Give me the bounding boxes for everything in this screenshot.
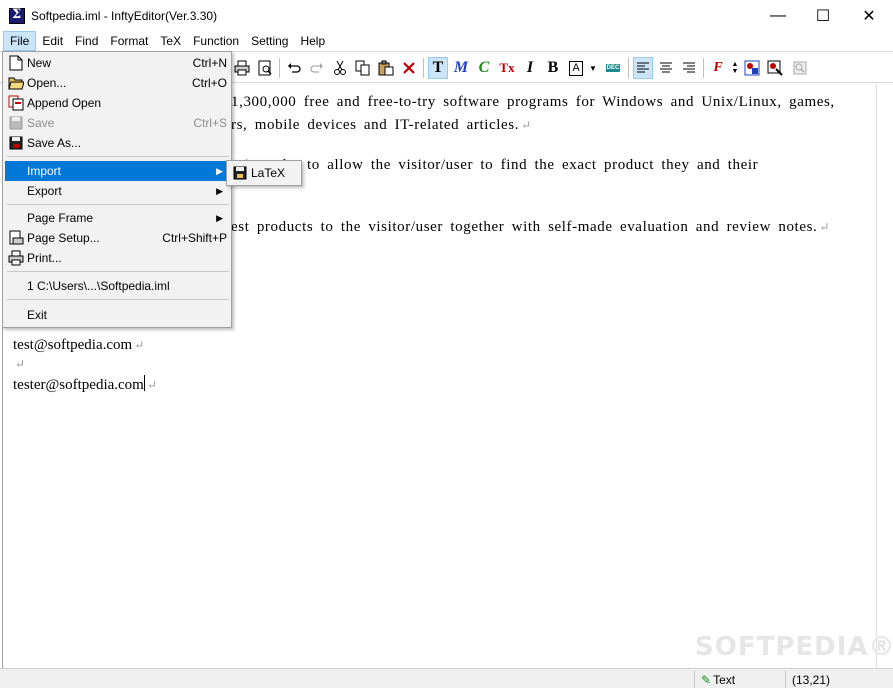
save-as-icon	[8, 135, 24, 151]
font-size-icon[interactable]: F	[708, 57, 728, 79]
doc-line-email-1: test@softpedia.com ↵	[13, 337, 145, 353]
save-disk-icon	[8, 115, 24, 131]
menu-item-save[interactable]: Save Ctrl+S	[5, 113, 229, 133]
undo-icon[interactable]	[284, 57, 304, 79]
tex-mode-icon[interactable]: Tx	[497, 57, 517, 79]
window-title: Softpedia.iml - InftyEditor(Ver.3.30)	[31, 8, 218, 23]
copy-icon[interactable]	[353, 57, 373, 79]
boxed-text-glyph: A	[569, 60, 583, 76]
menu-item-print[interactable]: Print...	[5, 248, 229, 268]
menu-item-export[interactable]: Export ▶	[5, 181, 229, 201]
doc-line-4: est products to the visitor/user togethe…	[231, 219, 831, 235]
vertical-scroll-strip[interactable]	[876, 84, 893, 668]
menu-item-exit[interactable]: Exit	[5, 305, 229, 325]
menu-file[interactable]: File	[3, 31, 37, 51]
text-mode-icon[interactable]: T	[428, 57, 448, 79]
status-mode: ✎ Text	[694, 671, 784, 688]
import-submenu: LaTeX	[226, 160, 302, 186]
font-size-spinner-icon[interactable]: ▲ ▼	[729, 57, 741, 79]
dropdown-icon[interactable]: ▼	[587, 57, 599, 79]
bold-icon[interactable]: B	[543, 57, 563, 79]
menu-item-save-as[interactable]: Save As...	[5, 133, 229, 153]
menu-function[interactable]: Function	[187, 31, 245, 51]
cut-icon[interactable]	[330, 57, 350, 79]
status-bar: ✎ Text (13,21)	[0, 668, 893, 688]
submenu-arrow-icon: ▶	[216, 212, 223, 223]
paste-icon[interactable]	[376, 57, 396, 79]
menu-item-page-frame[interactable]: Page Frame ▶	[5, 208, 229, 228]
menu-format[interactable]: Format	[104, 31, 154, 51]
doc-line-1: 1,300,000 free and free-to-try software …	[231, 94, 835, 110]
menu-tex[interactable]: TeX	[154, 31, 187, 51]
printer-icon	[8, 250, 24, 266]
doc-line-2: rs, mobile devices and IT-related articl…	[231, 117, 532, 133]
submenu-arrow-icon: ▶	[216, 165, 223, 176]
dec-icon[interactable]: DEC	[603, 57, 623, 79]
new-file-icon	[8, 55, 24, 71]
menu-find[interactable]: Find	[69, 31, 104, 51]
print-icon[interactable]	[232, 57, 252, 79]
open-folder-icon	[8, 75, 24, 91]
menu-bar: File Edit Find Format TeX Function Setti…	[0, 31, 893, 51]
redo-icon[interactable]	[307, 57, 327, 79]
append-open-icon	[8, 95, 24, 111]
menu-edit[interactable]: Edit	[36, 31, 69, 51]
menu-item-page-setup[interactable]: Page Setup... Ctrl+Shift+P	[5, 228, 229, 248]
text-caret	[143, 375, 145, 391]
zoom-icon[interactable]	[790, 57, 810, 79]
minimize-button[interactable]: —	[755, 0, 801, 31]
menu-item-open[interactable]: Open... Ctrl+O	[5, 73, 229, 93]
title-bar: Σ Softpedia.iml - InftyEditor(Ver.3.30) …	[0, 0, 893, 31]
menu-item-append-open[interactable]: Append Open	[5, 93, 229, 113]
status-position: (13,21)	[785, 671, 875, 688]
close-button[interactable]: ✕	[846, 0, 892, 31]
menu-item-new[interactable]: New Ctrl+N	[5, 53, 229, 73]
print-preview-icon[interactable]	[255, 57, 275, 79]
doc-line-3: s in order to allow the visitor/user to …	[231, 157, 759, 173]
menu-item-recent-file[interactable]: 1 C:\Users\...\Softpedia.iml	[5, 276, 229, 296]
page-setup-icon	[8, 230, 24, 246]
menu-help[interactable]: Help	[294, 31, 331, 51]
delete-icon[interactable]	[399, 57, 419, 79]
menu-setting[interactable]: Setting	[245, 31, 294, 51]
softpedia-watermark: SOFTPEDIA®	[695, 632, 893, 662]
align-center-icon[interactable]	[656, 57, 676, 79]
maximize-button[interactable]: ☐	[800, 0, 846, 31]
menu-item-import[interactable]: Import ▶	[5, 161, 229, 181]
chemical-mode-icon[interactable]: C	[474, 57, 494, 79]
pencil-icon: ✎	[701, 672, 712, 687]
app-icon: Σ	[9, 7, 25, 24]
doc-line-email-2: tester@softpedia.com ↵	[13, 375, 157, 393]
align-left-icon[interactable]	[633, 57, 653, 79]
math-mode-icon[interactable]: M	[451, 57, 471, 79]
image-edit-icon[interactable]	[765, 57, 785, 79]
submenu-item-latex[interactable]: LaTeX	[229, 163, 299, 183]
dec-glyph: DEC	[605, 64, 621, 72]
file-menu-dropdown: New Ctrl+N Open... Ctrl+O Append Open Sa…	[2, 51, 232, 328]
image-icon[interactable]	[742, 57, 762, 79]
align-right-icon[interactable]	[679, 57, 699, 79]
floppy-icon	[232, 165, 248, 181]
boxed-text-icon[interactable]: A	[566, 57, 586, 79]
submenu-arrow-icon: ▶	[216, 185, 223, 196]
italic-icon[interactable]: I	[520, 57, 540, 79]
doc-paragraph-mark-2: ↵	[15, 357, 26, 371]
